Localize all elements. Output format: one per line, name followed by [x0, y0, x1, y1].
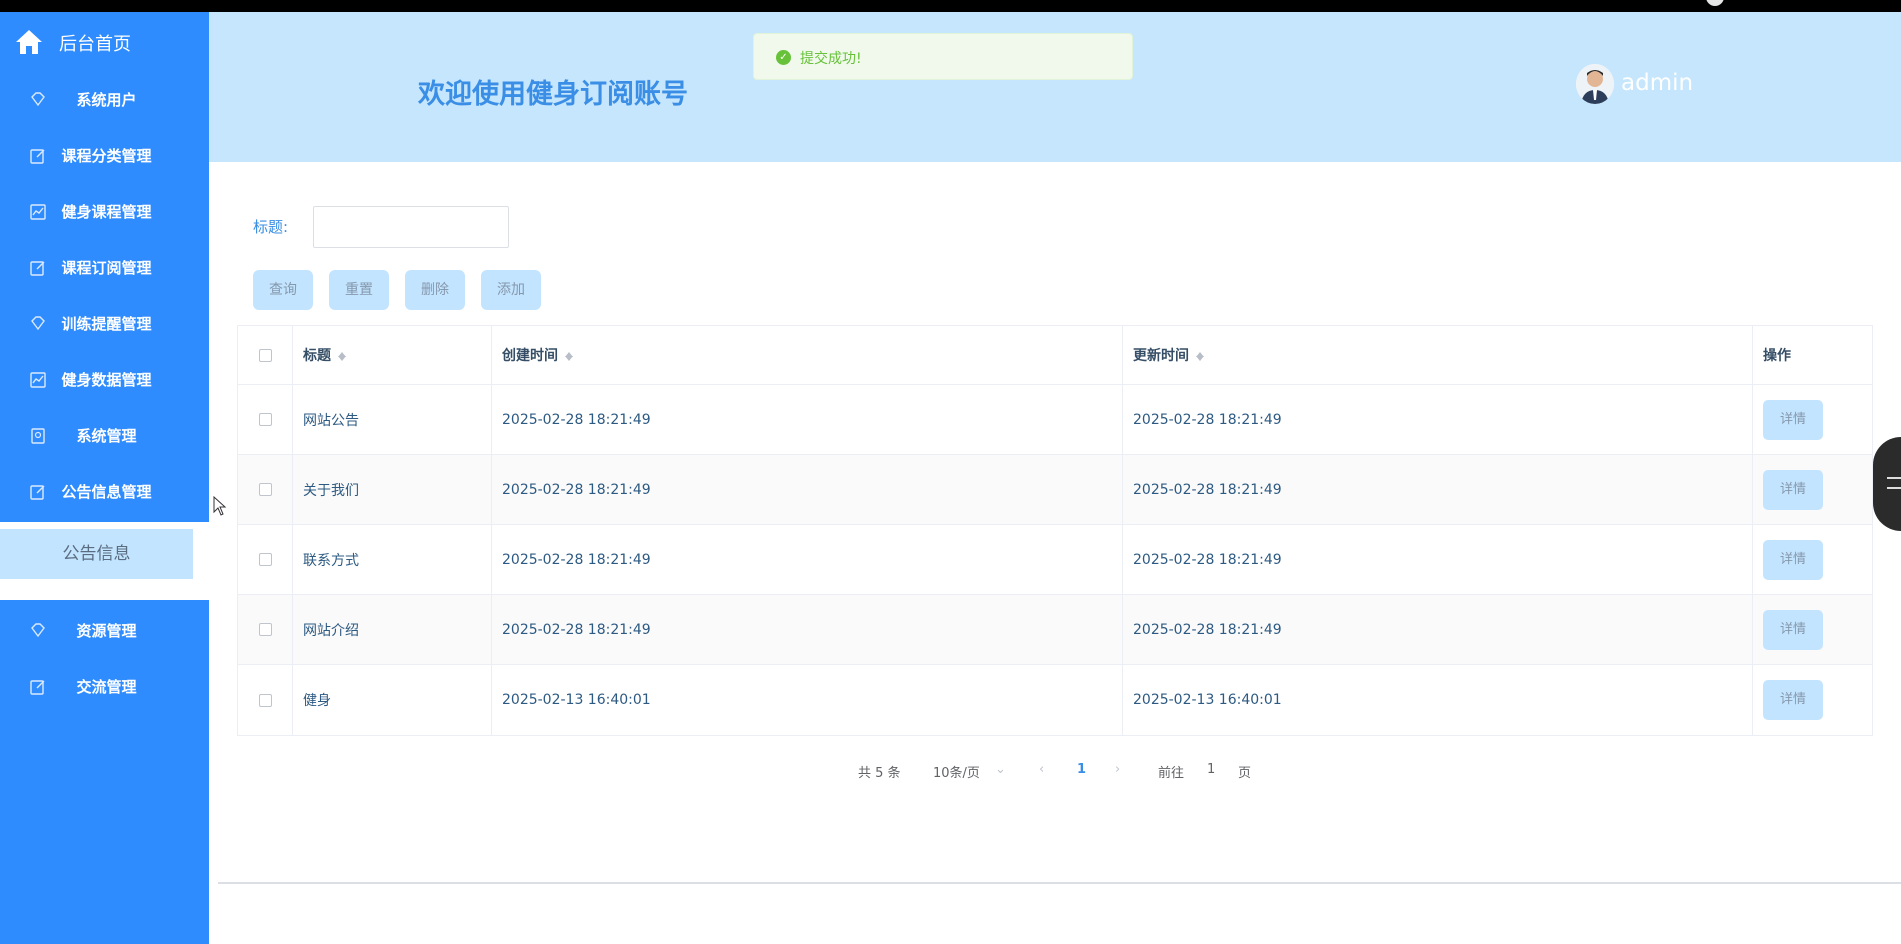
search-label: 标题:: [253, 218, 289, 236]
goto-suffix: 页: [1238, 766, 1252, 781]
menu-lines-icon: [1887, 477, 1901, 489]
sidebar-item-label: 健身课程管理: [61, 203, 152, 221]
prev-page-icon[interactable]: ‹: [1039, 762, 1044, 777]
sidebar-item-label: 系统管理: [76, 427, 137, 445]
table-row: 联系方式 2025-02-28 18:21:49 2025-02-28 18:2…: [238, 525, 1872, 595]
mouse-cursor-icon: [213, 496, 227, 516]
sidebar-item-label: 训练提醒管理: [61, 315, 152, 333]
row-checkbox[interactable]: [258, 693, 272, 707]
title-search-input[interactable]: [313, 206, 509, 248]
table-row: 关于我们 2025-02-28 18:21:49 2025-02-28 18:2…: [238, 455, 1872, 525]
row-checkbox[interactable]: [258, 483, 272, 496]
reset-button[interactable]: 重置: [329, 270, 389, 310]
detail-button[interactable]: 详情: [1763, 609, 1823, 650]
success-toast: ✓ 提交成功!: [753, 33, 1133, 80]
sidebar-item-notice-management[interactable]: 公告信息管理: [0, 464, 209, 520]
cell-title: 健身: [293, 665, 492, 735]
row-checkbox[interactable]: [258, 623, 272, 636]
cell-updated: 2025-02-28 18:21:49: [1123, 595, 1753, 664]
sidebar: 后台首页 系统用户 课程分类管理 健身课程管理 课程订阅管理 训练提醒管理 健身…: [0, 12, 209, 944]
sidebar-item-communication[interactable]: 交流管理: [0, 659, 209, 715]
toast-message: 提交成功!: [800, 51, 862, 67]
sidebar-item-label: 系统用户: [76, 91, 137, 109]
sidebar-item-system-users[interactable]: 系统用户: [0, 72, 209, 128]
page-number-current[interactable]: 1: [1077, 762, 1086, 777]
sidebar-item-system-management[interactable]: 系统管理: [0, 408, 209, 464]
floating-side-tab[interactable]: [1873, 437, 1901, 531]
sidebar-item-label: 公告信息管理: [61, 483, 152, 501]
cell-updated: 2025-02-28 18:21:49: [1123, 385, 1753, 454]
top-black-bar: [0, 0, 1901, 12]
detail-button[interactable]: 详情: [1763, 680, 1823, 720]
cell-title: 联系方式: [293, 525, 492, 594]
sidebar-item-resources[interactable]: 资源管理: [0, 603, 209, 659]
username[interactable]: admin: [1621, 70, 1693, 96]
table-row: 网站公告 2025-02-28 18:21:49 2025-02-28 18:2…: [238, 385, 1872, 455]
table-header-row: 标题 创建时间 更新时间 操作: [238, 326, 1872, 385]
delete-button[interactable]: 删除: [405, 270, 465, 310]
cell-created: 2025-02-28 18:21:49: [492, 455, 1123, 524]
sidebar-item-label: 资源管理: [76, 622, 137, 640]
page-size-select[interactable]: 10条/页: [933, 762, 980, 781]
cell-title: 网站公告: [293, 385, 492, 454]
table-row: 健身 2025-02-13 16:40:01 2025-02-13 16:40:…: [238, 665, 1872, 735]
cell-created: 2025-02-28 18:21:49: [492, 525, 1123, 594]
sidebar-item-label: 课程订阅管理: [61, 259, 152, 277]
sort-icon[interactable]: [1195, 348, 1205, 362]
sidebar-item-training-reminder[interactable]: 训练提醒管理: [0, 296, 209, 352]
row-checkbox[interactable]: [258, 553, 272, 566]
cell-updated: 2025-02-13 16:40:01: [1123, 665, 1753, 735]
sidebar-home[interactable]: 后台首页: [0, 12, 209, 72]
sidebar-item-fitness-course[interactable]: 健身课程管理: [0, 184, 209, 240]
cell-title: 关于我们: [293, 455, 492, 524]
sidebar-item-label: 健身数据管理: [61, 371, 152, 389]
goto-prefix: 前往: [1158, 766, 1185, 781]
sidebar-subitem-notice-info[interactable]: 公告信息: [0, 529, 193, 579]
cell-created: 2025-02-13 16:40:01: [492, 665, 1123, 735]
add-button[interactable]: 添加: [481, 270, 541, 310]
sidebar-submenu: 公告信息: [0, 522, 209, 600]
cell-updated: 2025-02-28 18:21:49: [1123, 525, 1753, 594]
sidebar-home-label: 后台首页: [59, 34, 131, 55]
cell-created: 2025-02-28 18:21:49: [492, 385, 1123, 454]
next-page-icon[interactable]: ›: [1115, 762, 1120, 777]
cell-updated: 2025-02-28 18:21:49: [1123, 455, 1753, 524]
detail-button[interactable]: 详情: [1763, 399, 1823, 440]
column-header-title[interactable]: 标题: [303, 345, 331, 365]
sidebar-item-course-subscription[interactable]: 课程订阅管理: [0, 240, 209, 296]
column-header-updated[interactable]: 更新时间: [1133, 345, 1189, 365]
goto-page-input[interactable]: 1: [1207, 762, 1215, 777]
column-header-actions: 操作: [1763, 348, 1791, 364]
sort-icon[interactable]: [337, 348, 347, 362]
chevron-down-icon[interactable]: ⌄: [995, 762, 1006, 777]
cell-title: 网站介绍: [293, 595, 492, 664]
home-icon: [16, 30, 42, 54]
sidebar-item-course-category[interactable]: 课程分类管理: [0, 128, 209, 184]
sidebar-item-fitness-data[interactable]: 健身数据管理: [0, 352, 209, 408]
detail-button[interactable]: 详情: [1763, 539, 1823, 580]
select-all-checkbox[interactable]: [258, 348, 272, 362]
pagination-total: 共 5 条: [858, 766, 901, 781]
pagination: 共 5 条 10条/页 ⌄ ‹ 1 › 前往 1 页: [209, 760, 1901, 782]
column-header-created[interactable]: 创建时间: [502, 345, 558, 365]
query-button[interactable]: 查询: [253, 270, 313, 310]
sort-icon[interactable]: [564, 348, 574, 362]
row-checkbox[interactable]: [258, 413, 272, 426]
notice-table: 标题 创建时间 更新时间 操作 网站公告 2025-02-28 18:21:49…: [237, 325, 1873, 736]
table-row: 网站介绍 2025-02-28 18:21:49 2025-02-28 18:2…: [238, 595, 1872, 665]
avatar[interactable]: [1576, 64, 1614, 104]
main-content: 标题: 查询 重置 删除 添加 标题 创建时间 更新时间 操作 网站公告 202…: [209, 162, 1901, 944]
detail-button[interactable]: 详情: [1763, 469, 1823, 510]
avatar-image: [1576, 64, 1614, 104]
check-circle-icon: ✓: [776, 50, 791, 65]
page-title: 欢迎使用健身订阅账号: [418, 79, 688, 110]
divider: [218, 882, 1901, 884]
sidebar-item-label: 课程分类管理: [61, 147, 152, 165]
sidebar-item-label: 交流管理: [76, 678, 137, 696]
cell-created: 2025-02-28 18:21:49: [492, 595, 1123, 664]
window-control[interactable]: [1706, 0, 1724, 6]
